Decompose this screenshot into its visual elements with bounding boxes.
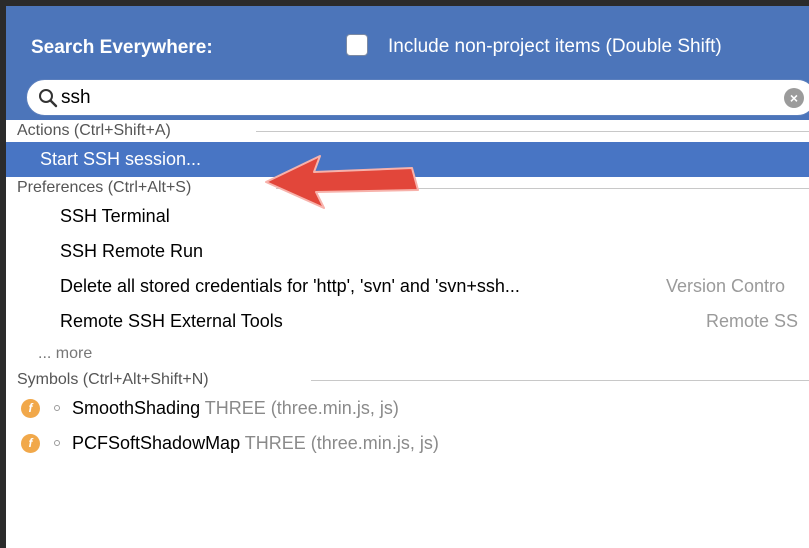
section-label: Actions (Ctrl+Shift+A)	[17, 122, 177, 139]
result-label: SSH Remote Run	[60, 241, 204, 261]
symbol-name: SmoothShading	[72, 398, 201, 418]
include-non-project-checkbox[interactable]	[346, 34, 368, 56]
result-label: Delete all stored credentials for 'http'…	[60, 276, 520, 296]
result-label: Remote SSH External Tools	[60, 311, 283, 331]
result-hint: Version Contro	[666, 276, 786, 296]
annotation-arrow-icon	[265, 155, 419, 209]
result-ssh-remote-run[interactable]: SSH Remote Run	[6, 234, 809, 269]
function-icon: f	[21, 434, 40, 453]
section-label: Preferences (Ctrl+Alt+S)	[17, 179, 198, 196]
symbol-name: PCFSoftShadowMap	[72, 433, 241, 453]
symbol-row[interactable]: f PCFSoftShadowMap THREE (three.min.js, …	[6, 426, 809, 461]
result-remote-ssh-external-tools[interactable]: Remote SSH External Tools Remote SS	[6, 304, 809, 339]
section-header-actions: Actions (Ctrl+Shift+A)	[6, 120, 809, 142]
function-icon: f	[21, 399, 40, 418]
more-link[interactable]: ... more	[6, 339, 809, 369]
search-icon	[39, 89, 58, 108]
symbol-context: THREE (three.min.js, js)	[244, 433, 439, 453]
popup-title: Search Everywhere:	[31, 37, 213, 58]
result-label: Start SSH session...	[40, 149, 202, 169]
result-label: SSH Terminal	[60, 206, 170, 226]
search-field[interactable]: ×	[26, 79, 809, 116]
section-divider	[256, 131, 809, 132]
visibility-dot-icon	[54, 405, 60, 411]
include-non-project-label[interactable]: Include non-project items (Double Shift)	[388, 36, 722, 58]
clear-icon[interactable]: ×	[784, 88, 804, 108]
result-hint: Remote SS	[706, 311, 799, 331]
result-delete-stored-credentials[interactable]: Delete all stored credentials for 'http'…	[6, 269, 809, 304]
search-input[interactable]	[61, 84, 761, 111]
search-everywhere-popup: Search Everywhere: Include non-project i…	[6, 6, 809, 548]
symbol-row[interactable]: f SmoothShading THREE (three.min.js, js)	[6, 391, 809, 426]
visibility-dot-icon	[54, 440, 60, 446]
symbol-context: THREE (three.min.js, js)	[204, 398, 399, 418]
popup-header: Search Everywhere: Include non-project i…	[6, 6, 809, 120]
section-header-symbols: Symbols (Ctrl+Alt+Shift+N)	[6, 369, 809, 391]
section-label: Symbols (Ctrl+Alt+Shift+N)	[17, 371, 215, 388]
section-divider	[311, 380, 809, 381]
